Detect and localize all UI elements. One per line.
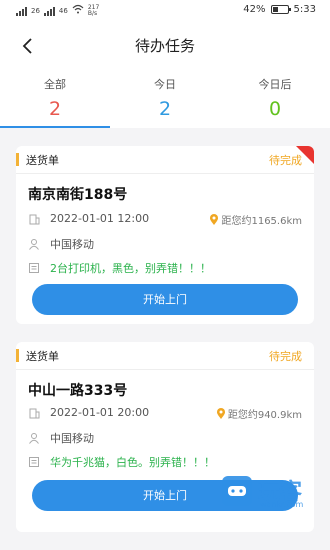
person-icon (28, 432, 40, 444)
order-note-row: 华为千兆猫，白色。别弄错！！！ (28, 454, 215, 470)
watermark-domain: wankr.com (260, 500, 304, 509)
tab-today-count: 2 (158, 98, 172, 120)
status-left: 26 46 217 B/s (16, 4, 99, 17)
wifi-icon (72, 4, 84, 17)
battery-fill (272, 7, 279, 12)
order-note: 华为千兆猫，白色。别弄错！！！ (50, 456, 215, 469)
order-type: 送货单 (26, 154, 59, 167)
order-company-row: 中国移动 (28, 430, 94, 446)
start-visit-button[interactable]: 开始上门 (32, 284, 298, 315)
tab-after-today-label: 今日后 (258, 78, 292, 91)
location-pin-icon (216, 407, 225, 419)
tab-all[interactable]: 全部 2 (0, 70, 110, 128)
order-card[interactable]: 送货单 待完成 南京南街188号 2022-01-01 12:00 距您约116… (16, 146, 314, 324)
tab-all-count: 2 (48, 98, 62, 120)
status-right: 42% 5:33 (243, 4, 316, 15)
order-distance: 距您约1165.6km (221, 216, 302, 227)
order-type: 送货单 (26, 350, 59, 363)
card-accent-bar (16, 349, 19, 362)
order-address: 中山一路333号 (28, 383, 128, 399)
carrier-b-label: 46 (58, 6, 68, 15)
building-icon (28, 213, 40, 225)
note-icon (28, 456, 40, 468)
order-address: 南京南街188号 (28, 187, 128, 203)
order-distance-row: 距您约1165.6km (209, 212, 302, 227)
carrier-a-label: 26 (31, 6, 40, 15)
card-header: 送货单 待完成 (16, 146, 314, 174)
order-time-row: 2022-01-01 20:00 (28, 406, 149, 419)
order-status: 待完成 (269, 350, 302, 363)
new-corner-badge-icon (296, 146, 314, 164)
clock: 5:33 (293, 4, 316, 15)
order-time-row: 2022-01-01 12:00 (28, 212, 149, 225)
tab-today[interactable]: 今日 2 (110, 70, 220, 128)
order-company-row: 中国移动 (28, 236, 94, 252)
card-header: 送货单 待完成 (16, 342, 314, 370)
nav-header: 待办任务 (0, 22, 330, 70)
note-icon (28, 262, 40, 274)
battery-icon (270, 5, 291, 14)
tab-all-label: 全部 (44, 78, 66, 91)
order-company: 中国移动 (50, 432, 94, 445)
signal-2-icon (43, 6, 55, 16)
order-time: 2022-01-01 20:00 (50, 406, 150, 419)
status-bar: 26 46 217 B/s 42% 5:33 (0, 0, 330, 22)
location-pin-icon (210, 213, 219, 225)
task-tabs: 全部 2 今日 2 今日后 0 (0, 70, 330, 128)
order-company: 中国移动 (50, 238, 94, 251)
card-accent-bar (16, 153, 19, 166)
order-note: 2台打印机，黑色，别弄错！！！ (50, 262, 211, 275)
tab-after-today[interactable]: 今日后 0 (220, 70, 330, 128)
order-distance: 距您约940.9km (227, 410, 302, 421)
order-note-row: 2台打印机，黑色，别弄错！！！ (28, 260, 211, 276)
signal-1-icon (16, 6, 27, 16)
person-icon (28, 238, 40, 250)
building-icon (28, 407, 40, 419)
order-distance-row: 距您约940.9km (216, 406, 302, 421)
tab-after-today-count: 0 (268, 98, 282, 120)
tab-today-label: 今日 (154, 78, 176, 91)
watermark-logo: 玩客 wankr.com (220, 474, 330, 510)
battery-percent: 42% (243, 4, 266, 15)
order-time: 2022-01-01 12:00 (50, 212, 150, 225)
speed-unit: B/s (87, 9, 98, 17)
page-title: 待办任务 (134, 37, 195, 55)
net-speed: 217 B/s (87, 4, 99, 17)
